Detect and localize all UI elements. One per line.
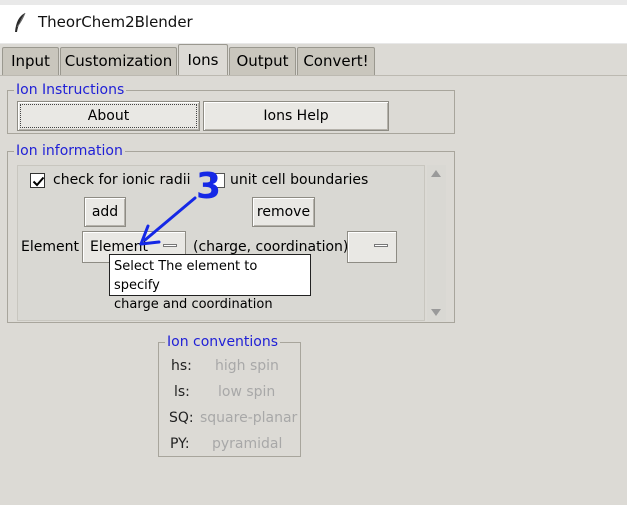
tab-bar: Input Customization Ions Output Convert! (0, 44, 627, 75)
annotation-arrow-icon (139, 196, 197, 246)
feather-icon (13, 12, 27, 34)
tab-customization[interactable]: Customization (60, 47, 177, 75)
convention-value: square-planar (200, 410, 298, 426)
ionic-radii-checkbox[interactable] (30, 173, 45, 188)
convention-value: pyramidal (212, 436, 283, 452)
option-menu-indicator-icon (374, 244, 388, 247)
tab-convert[interactable]: Convert! (297, 47, 375, 75)
tab-output[interactable]: Output (229, 47, 296, 75)
element-label: Element (21, 239, 79, 255)
title-bar: TheorChem2Blender (0, 0, 627, 44)
ions-help-button[interactable]: Ions Help (203, 101, 389, 131)
tab-ions[interactable]: Ions (178, 44, 228, 75)
scroll-down-arrow-icon[interactable] (431, 309, 441, 316)
add-button[interactable]: add (84, 197, 126, 227)
scroll-up-arrow-icon[interactable] (431, 170, 441, 177)
convention-value: high spin (215, 358, 279, 374)
unit-cell-boundaries-label: unit cell boundaries (230, 172, 369, 188)
charge-coordination-option-menu[interactable] (347, 231, 397, 263)
ion-information-label: Ion information (14, 143, 125, 159)
about-button[interactable]: About (17, 101, 200, 131)
convention-key: SQ: (169, 410, 194, 426)
convention-key: ls: (174, 384, 190, 400)
element-tooltip: Select The element to specify charge and… (109, 254, 311, 312)
charge-coordination-label: (charge, coordination) (193, 239, 349, 255)
ionic-radii-label: check for ionic radii (53, 172, 191, 188)
convention-key: hs: (171, 358, 192, 374)
checkmark-icon (32, 176, 45, 187)
convention-key: PY: (170, 436, 190, 452)
ion-instructions-label: Ion Instructions (14, 82, 127, 98)
title-bar-strip (0, 0, 627, 5)
convention-value: low spin (218, 384, 276, 400)
window-title: TheorChem2Blender (38, 13, 193, 31)
ion-conventions-group: Ion conventions hs: high spin ls: low sp… (158, 334, 301, 457)
ion-conventions-label: Ion conventions (165, 334, 281, 350)
remove-button[interactable]: remove (252, 197, 315, 227)
tab-input[interactable]: Input (2, 47, 59, 75)
vertical-scrollbar[interactable] (427, 165, 446, 321)
